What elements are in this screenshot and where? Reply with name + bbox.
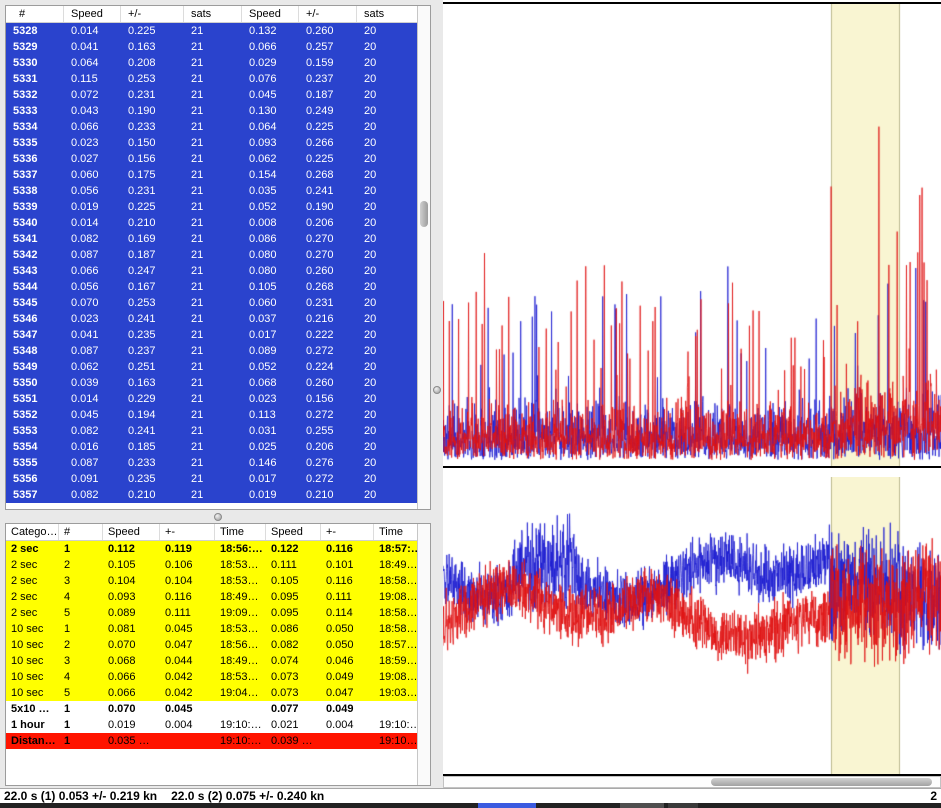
results-table-scrollbar-track[interactable]	[417, 524, 430, 785]
table-row[interactable]: 53380.0560.231210.0350.24120	[6, 183, 417, 199]
raw-table-scrollbar-track[interactable]	[417, 6, 430, 509]
result-row[interactable]: 1 hour10.0190.00419:10:…0.0210.00419:10:…	[6, 717, 417, 733]
table-row[interactable]: 53560.0910.235210.0170.27220	[6, 471, 417, 487]
table-row[interactable]: 53510.0140.229210.0230.15620	[6, 391, 417, 407]
result-row[interactable]: Distan…10.035 …19:10:…0.039 …19:10…	[6, 733, 417, 749]
result-row[interactable]: 10 sec10.0810.04518:53…0.0860.05018:58…	[6, 621, 417, 637]
table-row[interactable]: 53320.0720.231210.0450.18720	[6, 87, 417, 103]
raw-table-body: 53280.0140.225210.1320.2602053290.0410.1…	[6, 23, 417, 503]
table-row[interactable]: 53550.0870.233210.1460.27620	[6, 455, 417, 471]
table-row[interactable]: 53280.0140.225210.1320.26020	[6, 23, 417, 39]
column-header[interactable]: Time	[215, 524, 266, 540]
vertical-splitter-handle-icon[interactable]	[433, 386, 441, 394]
table-row[interactable]: 53290.0410.163210.0660.25720	[6, 39, 417, 55]
result-row[interactable]: 2 sec30.1040.10418:53…0.1050.11618:58…	[6, 573, 417, 589]
status-text-1: 22.0 s (1) 0.053 +/- 0.219 kn	[4, 789, 157, 803]
chart-hscrollbar-thumb[interactable]	[711, 778, 932, 786]
table-row[interactable]: 53520.0450.194210.1130.27220	[6, 407, 417, 423]
status-text-2: 22.0 s (2) 0.075 +/- 0.240 kn	[171, 789, 324, 803]
chart-area	[443, 0, 941, 776]
table-row[interactable]: 53350.0230.150210.0930.26620	[6, 135, 417, 151]
column-header[interactable]: #	[59, 524, 103, 540]
table-row[interactable]: 53390.0190.225210.0520.19020	[6, 199, 417, 215]
column-header[interactable]: +/-	[299, 6, 357, 22]
table-row[interactable]: 53410.0820.169210.0860.27020	[6, 231, 417, 247]
result-row[interactable]: 10 sec40.0660.04218:53…0.0730.04919:08…	[6, 669, 417, 685]
result-row[interactable]: 10 sec30.0680.04418:49…0.0740.04618:59…	[6, 653, 417, 669]
result-row[interactable]: 2 sec10.1120.11918:56:…0.1220.11618:57:…	[6, 541, 417, 557]
table-row[interactable]: 53370.0600.175210.1540.26820	[6, 167, 417, 183]
result-row[interactable]: 2 sec40.0930.11618:49…0.0950.11119:08…	[6, 589, 417, 605]
table-row[interactable]: 53480.0870.237210.0890.27220	[6, 343, 417, 359]
column-header[interactable]: Speed	[103, 524, 160, 540]
result-row[interactable]: 2 sec20.1050.10618:53…0.1110.10118:49…	[6, 557, 417, 573]
splitter-handle-icon[interactable]	[214, 513, 222, 521]
dock-strip	[0, 803, 941, 808]
results-panel: Catego…#Speed+-TimeSpeed+-Time 2 sec10.1…	[5, 523, 431, 786]
result-row[interactable]: 5x10 …10.0700.0450.0770.049	[6, 701, 417, 717]
column-header[interactable]: +-	[160, 524, 215, 540]
speed-chart-bottom-panel	[443, 477, 941, 776]
result-row[interactable]: 10 sec20.0700.04718:56…0.0820.05018:57…	[6, 637, 417, 653]
chart-hscrollbar-track[interactable]	[443, 776, 941, 788]
table-row[interactable]: 53500.0390.163210.0680.26020	[6, 375, 417, 391]
speed-chart-bottom[interactable]	[443, 477, 941, 774]
dock-segment	[668, 803, 698, 808]
column-header[interactable]: Time	[374, 524, 417, 540]
results-table-header: Catego…#Speed+-TimeSpeed+-Time	[6, 524, 417, 541]
table-row[interactable]: 53400.0140.210210.0080.20620	[6, 215, 417, 231]
table-row[interactable]: 53340.0660.233210.0640.22520	[6, 119, 417, 135]
table-row[interactable]: 53440.0560.167210.1050.26820	[6, 279, 417, 295]
table-row[interactable]: 53330.0430.190210.1300.24920	[6, 103, 417, 119]
table-row[interactable]: 53300.0640.208210.0290.15920	[6, 55, 417, 71]
column-header[interactable]: sats	[357, 6, 417, 22]
column-header[interactable]: Speed	[64, 6, 121, 22]
result-row[interactable]: 10 sec50.0660.04219:04…0.0730.04719:03…	[6, 685, 417, 701]
table-row[interactable]: 53420.0870.187210.0800.27020	[6, 247, 417, 263]
result-row[interactable]: 2 sec50.0890.11119:09…0.0950.11418:58…	[6, 605, 417, 621]
status-bar: 22.0 s (1) 0.053 +/- 0.219 kn 22.0 s (2)…	[0, 788, 941, 803]
table-row[interactable]: 53460.0230.241210.0370.21620	[6, 311, 417, 327]
speed-chart-top[interactable]	[443, 4, 941, 466]
table-row[interactable]: 53450.0700.253210.0600.23120	[6, 295, 417, 311]
raw-table-scrollbar-thumb[interactable]	[420, 201, 428, 227]
column-header[interactable]: +-	[321, 524, 374, 540]
table-row[interactable]: 53570.0820.210210.0190.21020	[6, 487, 417, 503]
dock-segment	[620, 803, 664, 808]
column-header[interactable]: Speed	[266, 524, 321, 540]
speed-chart-top-panel	[443, 2, 941, 468]
dock-segment	[478, 803, 536, 808]
column-header[interactable]: #	[6, 6, 64, 22]
table-row[interactable]: 53540.0160.185210.0250.20620	[6, 439, 417, 455]
raw-table-header: #Speed+/-satsSpeed+/-sats	[6, 6, 417, 23]
table-row[interactable]: 53470.0410.235210.0170.22220	[6, 327, 417, 343]
column-header[interactable]: Speed	[242, 6, 299, 22]
column-header[interactable]: Catego…	[6, 524, 59, 540]
raw-data-panel: #Speed+/-satsSpeed+/-sats 53280.0140.225…	[5, 5, 431, 510]
table-row[interactable]: 53310.1150.253210.0760.23720	[6, 71, 417, 87]
column-header[interactable]: sats	[184, 6, 242, 22]
table-row[interactable]: 53530.0820.241210.0310.25520	[6, 423, 417, 439]
status-right-fragment: 2	[930, 789, 937, 803]
table-row[interactable]: 53490.0620.251210.0520.22420	[6, 359, 417, 375]
table-row[interactable]: 53360.0270.156210.0620.22520	[6, 151, 417, 167]
horizontal-splitter[interactable]	[5, 510, 431, 523]
table-row[interactable]: 53430.0660.247210.0800.26020	[6, 263, 417, 279]
results-table-body: 2 sec10.1120.11918:56:…0.1220.11618:57:……	[6, 541, 417, 749]
column-header[interactable]: +/-	[121, 6, 184, 22]
